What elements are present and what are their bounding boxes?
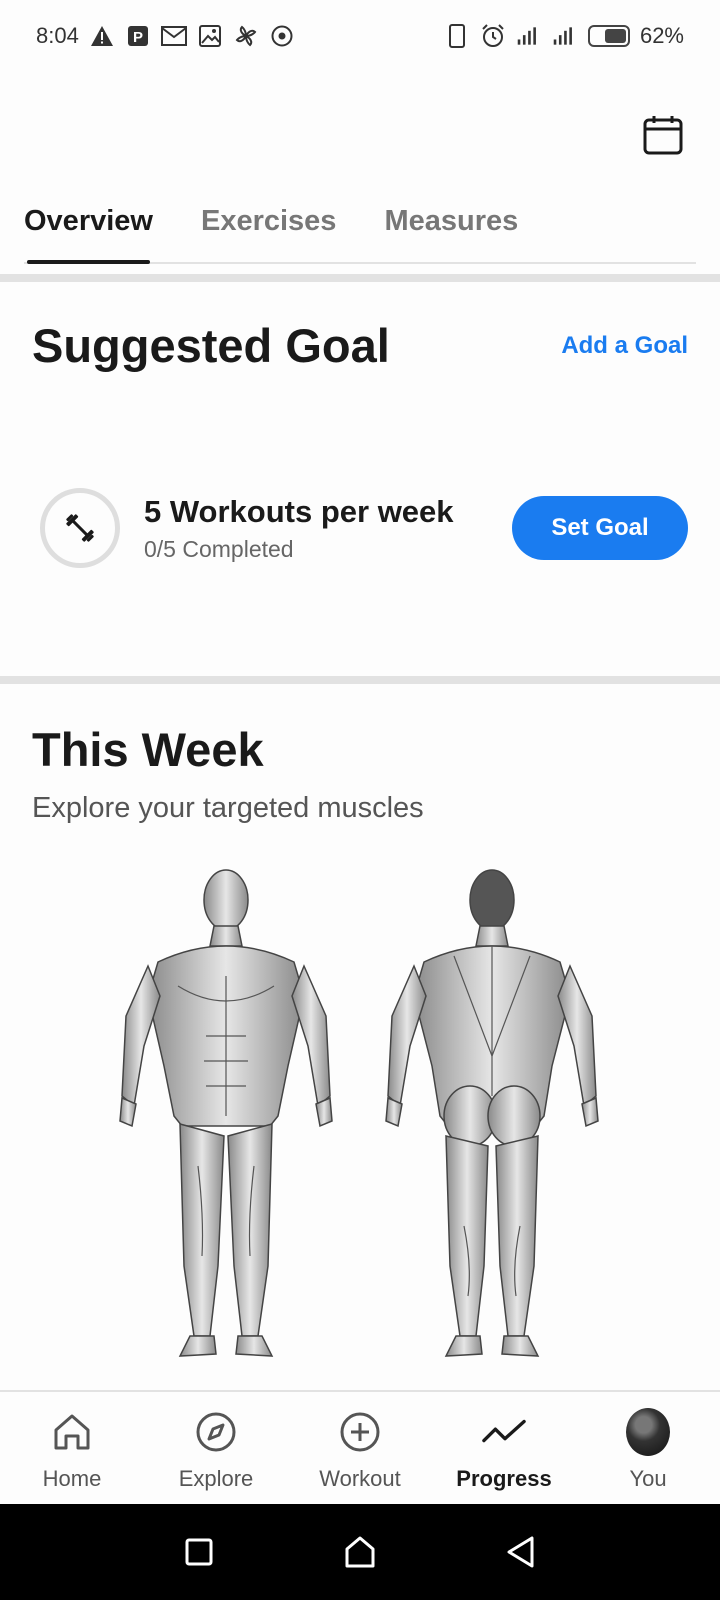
nav-progress[interactable]: Progress <box>432 1392 576 1504</box>
goal-progress-ring <box>40 488 120 568</box>
tab-bar: Overview Exercises Measures <box>24 180 696 264</box>
system-navigation-bar <box>0 1504 720 1600</box>
avatar <box>626 1408 670 1456</box>
target-icon <box>269 23 295 49</box>
tab-measures[interactable]: Measures <box>384 179 518 263</box>
back-icon[interactable] <box>506 1535 536 1569</box>
tab-exercises[interactable]: Exercises <box>201 179 336 263</box>
parking-icon: P <box>125 23 151 49</box>
home-icon <box>50 1410 94 1454</box>
bottom-navigation: Home Explore Workout Progress You <box>0 1390 720 1504</box>
nav-workout[interactable]: Workout <box>288 1392 432 1504</box>
home-system-icon[interactable] <box>343 1535 377 1569</box>
phone-icon <box>444 23 470 49</box>
recents-icon[interactable] <box>184 1537 214 1567</box>
set-goal-button[interactable]: Set Goal <box>512 496 688 560</box>
pinwheel-icon <box>233 23 259 49</box>
calendar-icon <box>643 116 683 155</box>
dumbbell-icon <box>66 514 94 542</box>
calendar-button[interactable] <box>638 110 688 160</box>
goal-name: 5 Workouts per week <box>144 494 454 529</box>
section-divider <box>0 676 720 684</box>
nav-you[interactable]: You <box>576 1392 720 1504</box>
nav-label: Explore <box>178 1466 254 1491</box>
nav-home[interactable]: Home <box>0 1392 144 1504</box>
gallery-icon <box>197 23 223 49</box>
mail-icon <box>160 23 187 49</box>
battery-icon <box>587 25 630 47</box>
nav-label: Progress <box>456 1466 552 1491</box>
nav-label: You <box>629 1466 667 1491</box>
goal-progress-text: 0/5 Completed <box>144 536 294 562</box>
status-time: 8:04 <box>36 23 79 48</box>
add-goal-link[interactable]: Add a Goal <box>561 332 688 360</box>
svg-text:P: P <box>133 29 143 46</box>
this-week-title: This Week <box>32 723 264 776</box>
muscle-map-front[interactable] <box>118 866 334 1374</box>
nav-explore[interactable]: Explore <box>144 1392 288 1504</box>
status-bar: 8:04 P 62% <box>0 0 720 72</box>
nav-label: Workout <box>319 1466 401 1491</box>
signal-icon <box>516 23 542 49</box>
tab-overview[interactable]: Overview <box>24 179 153 264</box>
nav-label: Home <box>42 1466 102 1491</box>
signal-icon <box>552 23 578 49</box>
plus-circle-icon <box>338 1410 382 1454</box>
battery-percent: 62% <box>639 23 684 48</box>
compass-icon <box>194 1410 238 1454</box>
this-week-subtitle: Explore your targeted muscles <box>32 792 424 824</box>
section-divider <box>0 274 720 282</box>
warning-icon <box>89 23 115 49</box>
trend-icon <box>482 1410 526 1454</box>
muscle-map-back[interactable] <box>384 866 600 1374</box>
alarm-icon <box>480 23 506 49</box>
suggested-goal-title: Suggested Goal <box>32 319 390 372</box>
